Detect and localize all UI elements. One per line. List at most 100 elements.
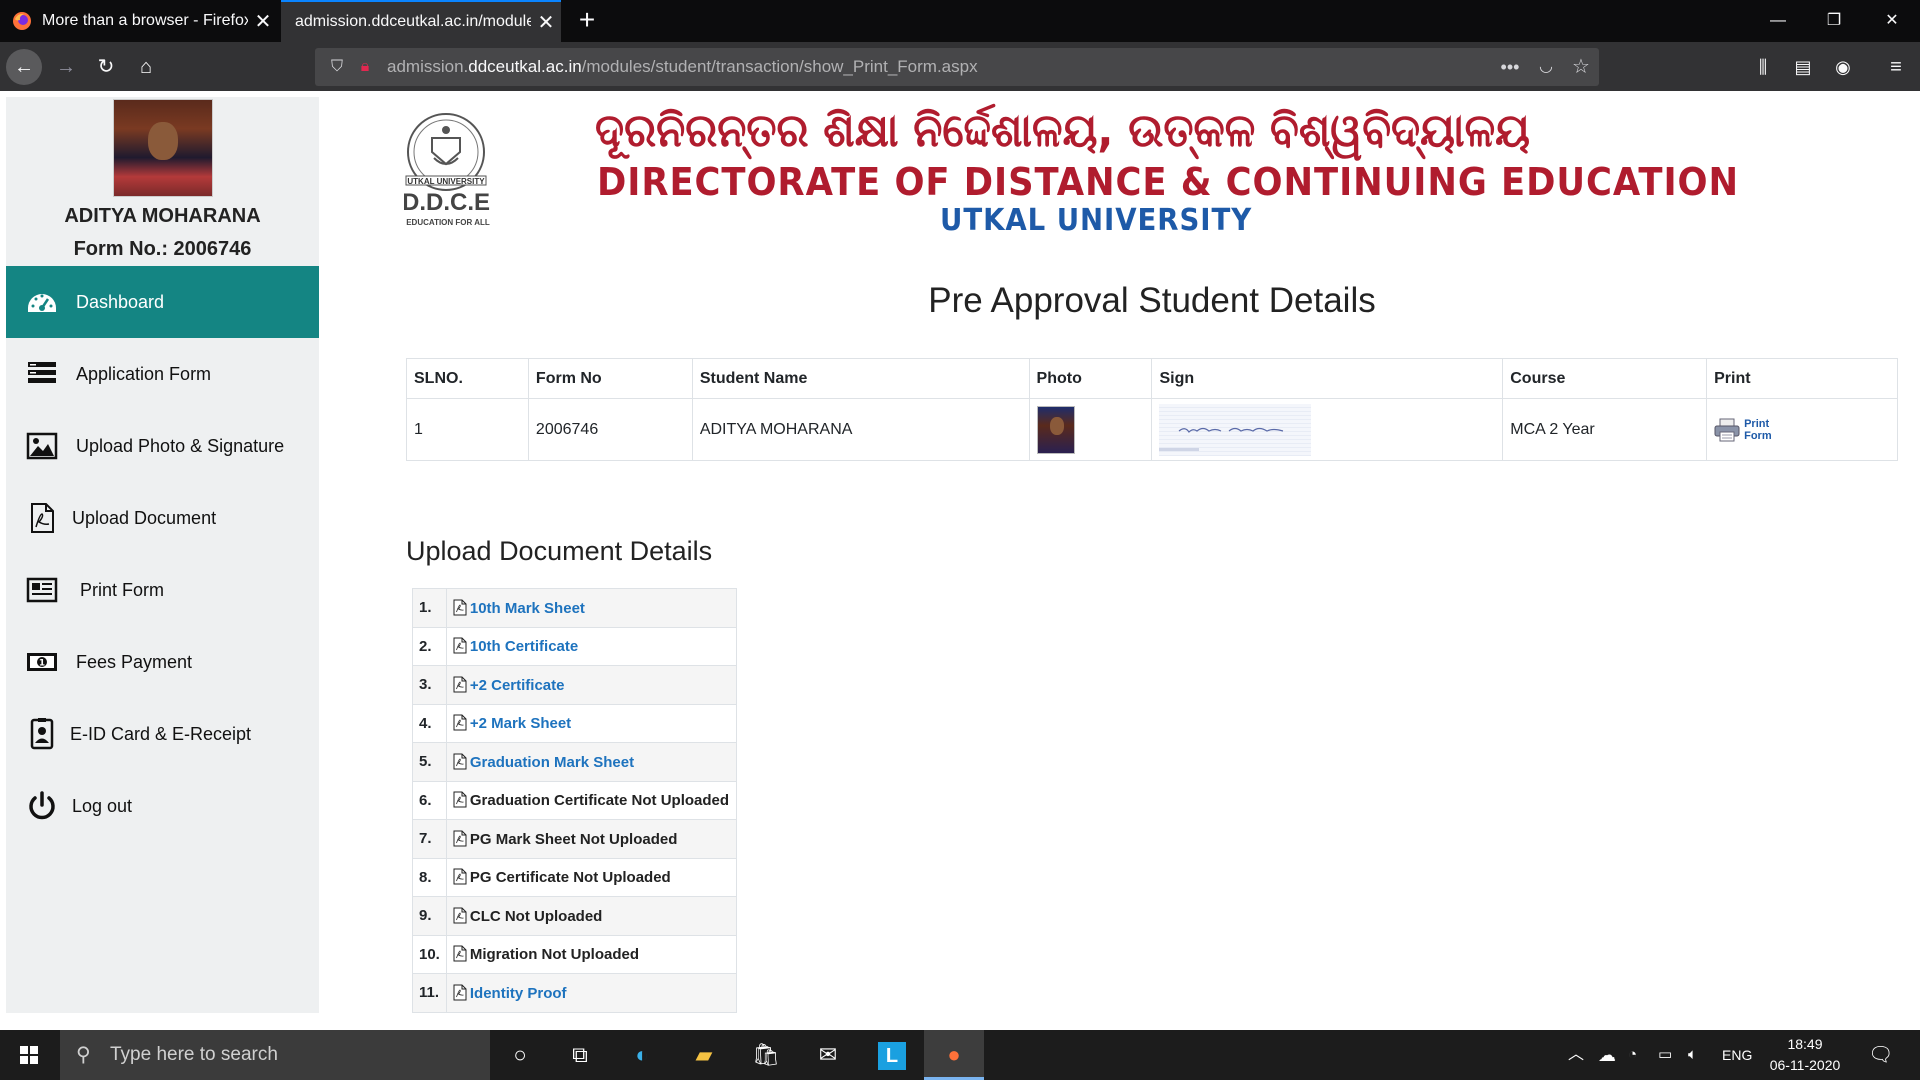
sidebar-item-logout[interactable]: Log out (6, 770, 319, 842)
firefox-taskbar-icon[interactable]: ● (924, 1030, 984, 1080)
reload-icon[interactable]: ↻ (88, 49, 124, 85)
tab-label: admission.ddceutkal.ac.in/modules/ (295, 13, 531, 30)
back-icon[interactable]: ← (6, 49, 42, 85)
document-link[interactable]: Identity Proof (470, 985, 567, 1002)
pdf-file-icon (453, 714, 467, 731)
close-icon[interactable]: ✕ (248, 9, 278, 34)
library-icon[interactable]: ⫼ (1745, 49, 1781, 85)
upload-document-details-title: Upload Document Details (406, 536, 713, 566)
document-link[interactable]: 10th Certificate (470, 638, 578, 655)
sidebar-item-upload-photo-signature[interactable]: Upload Photo & Signature (6, 410, 319, 482)
image-icon (26, 430, 62, 462)
tray-chevron-icon[interactable]: ︿ (1568, 1030, 1584, 1080)
document-number: 3. (412, 665, 447, 705)
mail-icon[interactable]: ✉ (798, 1030, 858, 1080)
windows-start-button[interactable] (0, 1030, 60, 1080)
document-row: 3. +2 Certificate (412, 665, 738, 705)
column-header: Course (1502, 358, 1708, 399)
pdf-file-icon (453, 868, 467, 885)
document-name-cell: Graduation Certificate Not Uploaded (445, 780, 738, 820)
browser-tab-admission[interactable]: admission.ddceutkal.ac.in/modules/ ✕ (281, 0, 561, 42)
document-link[interactable]: +2 Mark Sheet (470, 715, 571, 732)
restore-icon[interactable]: ❐ (1806, 0, 1862, 42)
insecure-lock-icon[interactable]: 🔒︎ (355, 57, 375, 77)
volume-icon[interactable]: 🔈︎ (1688, 1030, 1697, 1080)
menu-icon[interactable]: ≡ (1878, 49, 1914, 85)
minimize-icon[interactable]: — (1750, 0, 1806, 42)
close-window-icon[interactable]: ✕ (1864, 0, 1920, 42)
column-header: Print (1706, 358, 1898, 399)
money-icon: 1 (26, 646, 62, 678)
document-link[interactable]: 10th Mark Sheet (470, 600, 585, 617)
document-link[interactable]: +2 Certificate (470, 677, 565, 694)
sidebar-item-dashboard[interactable]: Dashboard (6, 266, 319, 338)
pdf-document-icon (26, 502, 62, 534)
document-row: 6. Graduation Certificate Not Uploaded (412, 780, 738, 820)
app-l-icon[interactable]: L (862, 1030, 922, 1080)
sidebar-item-label: Log out (72, 795, 133, 816)
windows-taskbar: ⚲ Type here to search ○ ⧉ ◐ ▰ 🛍︎ ✉ L ● ︿… (0, 1030, 1920, 1080)
print-form-link[interactable]: Print Form (1714, 417, 1890, 443)
sidebar-item-upload-document[interactable]: Upload Document (6, 482, 319, 554)
column-header: SLNO. (406, 358, 529, 399)
banner-english-title: DIRECTORATE OF DISTANCE & CONTINUING EDU… (597, 160, 1739, 204)
document-status-text: Migration Not Uploaded (469, 946, 640, 964)
forward-icon[interactable]: → (48, 49, 84, 85)
sidebar-item-print-form[interactable]: Print Form (6, 554, 319, 626)
document-number: 5. (412, 742, 447, 782)
document-name-cell: PG Mark Sheet Not Uploaded (445, 819, 738, 859)
bookmark-star-icon[interactable]: ☆ (1571, 57, 1591, 77)
url-text[interactable]: admission.ddceutkal.ac.in/modules/studen… (387, 48, 978, 86)
print-link-text: Form (1744, 429, 1772, 442)
document-number: 1. (412, 588, 447, 628)
wifi-icon[interactable]: ◔ (1628, 1030, 1637, 1080)
onedrive-icon[interactable]: ☁ (1598, 1030, 1616, 1080)
sidebar-item-label: Upload Document (72, 507, 217, 528)
document-list: 1. 10th Mark Sheet 2. 10th Certificate 3. +2 … (412, 588, 738, 1013)
sidebar-item-fees-payment[interactable]: 1 Fees Payment (6, 626, 319, 698)
home-icon[interactable]: ⌂ (128, 49, 164, 85)
document-link[interactable]: Graduation Mark Sheet (470, 754, 634, 771)
account-icon[interactable]: ◉ (1825, 49, 1861, 85)
banner-university-title: UTKAL UNIVERSITY (940, 203, 1253, 238)
document-status-text: CLC Not Uploaded (469, 907, 603, 925)
pdf-file-icon (453, 599, 467, 616)
file-explorer-icon[interactable]: ▰ (674, 1030, 734, 1080)
language-indicator[interactable]: ENG (1722, 1030, 1752, 1080)
sidebar-item-application-form[interactable]: Application Form (6, 338, 319, 410)
sidebar-icon[interactable]: ▤ (1785, 49, 1821, 85)
store-icon[interactable]: 🛍︎ (736, 1030, 796, 1080)
svg-text:ଦୂରନିରନ୍ତର ଶିକ୍ଷା ନିର୍ଦ୍ଦେଶାଳୟ: ଦୂରନିରନ୍ତର ଶିକ୍ଷା ନିର୍ଦ୍ଦେଶାଳୟ, ଉତ୍କଳ ବି… (595, 103, 1530, 160)
sidebar-item-label: Print Form (80, 579, 165, 600)
print-cell: Print Form (1706, 398, 1898, 461)
form-number: Form No.: 2006746 (73, 238, 252, 260)
sidebar-item-label: Dashboard (76, 291, 165, 312)
document-name-cell: 10th Certificate (445, 626, 738, 666)
sidebar-item-eid-card[interactable]: E-ID Card & E-Receipt (6, 698, 319, 770)
taskbar-search-box[interactable]: ⚲ Type here to search (60, 1030, 490, 1080)
course-cell: MCA 2 Year (1502, 398, 1708, 461)
student-name: ADITYA MOHARANA (64, 205, 261, 227)
battery-icon[interactable]: ▭ (1658, 1030, 1672, 1080)
pdf-file-icon (453, 791, 467, 808)
document-name-cell: CLC Not Uploaded (445, 896, 738, 936)
tab-label: More than a browser - Firefox P (42, 12, 248, 29)
taskbar-clock[interactable]: 18:49 06-11-2020 (1755, 1034, 1855, 1076)
cortana-icon[interactable]: ○ (490, 1030, 550, 1080)
sidebar-item-label: Upload Photo & Signature (76, 435, 285, 456)
browser-tab-firefox[interactable]: More than a browser - Firefox P ✕ (0, 0, 278, 42)
document-name-cell: PG Certificate Not Uploaded (445, 857, 738, 897)
document-number: 4. (412, 703, 447, 743)
close-icon[interactable]: ✕ (531, 10, 561, 35)
edge-icon[interactable]: ◐ (612, 1030, 672, 1080)
more-icon[interactable]: ••• (1500, 57, 1520, 77)
sidebar: ADITYA MOHARANA Form No.: 2006746 Dashbo… (6, 97, 319, 1013)
task-view-icon[interactable]: ⧉ (550, 1030, 610, 1080)
pocket-icon[interactable]: ◡ (1536, 57, 1556, 77)
new-tab-icon[interactable]: + (570, 4, 604, 38)
url-bar[interactable]: ⛉ 🔒︎ admission.ddceutkal.ac.in/modules/s… (315, 48, 1599, 86)
print-link-text: Print (1744, 417, 1770, 430)
svg-text:UTKAL UNIVERSITY: UTKAL UNIVERSITY (407, 177, 485, 186)
notifications-icon[interactable]: 🗨︎ (1868, 1030, 1893, 1080)
shield-icon[interactable]: ⛉ (327, 57, 347, 77)
